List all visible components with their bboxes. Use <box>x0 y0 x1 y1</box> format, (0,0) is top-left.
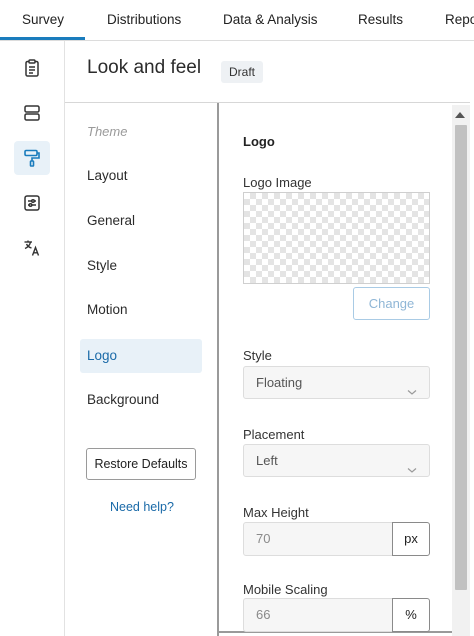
placement-select[interactable]: Left <box>243 444 430 477</box>
need-help-link[interactable]: Need help? <box>110 500 174 514</box>
style-select-value: Floating <box>256 375 303 390</box>
header-divider <box>65 102 470 103</box>
chevron-down-icon <box>407 455 417 486</box>
rail-translate-button[interactable] <box>14 231 50 265</box>
menu-item-background[interactable]: Background <box>80 383 202 417</box>
max-height-input[interactable]: 70 <box>243 522 393 556</box>
top-navigation: Survey Distributions Data & Analysis Res… <box>0 0 474 41</box>
logo-image-label: Logo Image <box>243 175 312 190</box>
tab-results[interactable]: Results <box>358 0 403 40</box>
max-height-unit: px <box>392 522 430 556</box>
scroll-up-arrow-icon[interactable] <box>455 112 465 118</box>
menu-item-motion[interactable]: Motion <box>80 293 202 327</box>
style-select[interactable]: Floating <box>243 366 430 399</box>
tab-reports[interactable]: Repo <box>445 0 474 40</box>
paint-roller-icon <box>22 148 42 168</box>
mobile-scaling-unit: % <box>392 598 430 632</box>
tool-rail <box>0 41 65 636</box>
menu-item-logo[interactable]: Logo <box>80 339 202 373</box>
chevron-down-icon <box>407 377 417 408</box>
menu-heading-theme: Theme <box>87 124 128 139</box>
rail-options-button[interactable] <box>14 186 50 220</box>
restore-defaults-button[interactable]: Restore Defaults <box>86 448 196 480</box>
status-badge: Draft <box>221 61 264 83</box>
max-height-label: Max Height <box>243 505 309 520</box>
survey-clipboard-icon <box>22 58 42 78</box>
tab-survey[interactable]: Survey <box>22 0 64 40</box>
active-tab-indicator <box>0 37 85 40</box>
placement-label: Placement <box>243 427 305 442</box>
scrollbar-thumb[interactable] <box>455 125 467 590</box>
mobile-scaling-label: Mobile Scaling <box>243 582 328 597</box>
rail-blocks-button[interactable] <box>14 96 50 130</box>
tab-distributions[interactable]: Distributions <box>107 0 181 40</box>
change-logo-button[interactable]: Change <box>353 287 430 320</box>
logo-image-preview[interactable] <box>243 192 430 284</box>
mobile-scaling-input[interactable]: 66 <box>243 598 393 632</box>
rail-survey-button[interactable] <box>14 51 50 85</box>
menu-item-general[interactable]: General <box>80 204 202 238</box>
tab-data-analysis[interactable]: Data & Analysis <box>223 0 318 40</box>
placement-select-value: Left <box>256 453 278 468</box>
survey-options-icon <box>22 193 42 213</box>
menu-item-style[interactable]: Style <box>80 249 202 283</box>
translate-icon <box>22 238 42 258</box>
rail-look-and-feel-button[interactable] <box>14 141 50 175</box>
blocks-icon <box>22 103 42 123</box>
page-title: Look and feel <box>87 57 202 78</box>
menu-item-layout[interactable]: Layout <box>80 159 202 193</box>
section-title: Logo <box>243 134 275 149</box>
style-label: Style <box>243 348 272 363</box>
panel-divider <box>217 103 219 636</box>
